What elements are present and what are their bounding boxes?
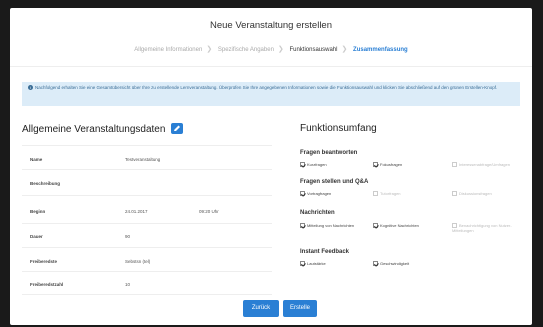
checkbox-interessenabfrage[interactable]: Interessenabfrage/Umfragen <box>452 162 510 167</box>
feature-scope-panel: Funktionsumfang Fragen beantworten Kurzf… <box>300 123 525 266</box>
chevron-right-icon: ❯ <box>341 46 348 53</box>
step-spezifische-angaben[interactable]: Spezifische Angaben <box>218 47 274 53</box>
chevron-right-icon: ❯ <box>277 46 284 53</box>
field-value: Sebstsn (tel) <box>125 259 151 264</box>
field-value: 10 <box>125 282 131 287</box>
row-divider <box>22 145 272 146</box>
checkbox-label: Mitteilung von Nachrichten <box>307 223 355 228</box>
row-divider <box>22 294 272 295</box>
checkbox-lautstaerke[interactable]: Lautstärke <box>300 261 326 266</box>
wizard-steps: Allgemeine Informationen ❯ Spezifische An… <box>10 45 532 55</box>
checkbox-kurzfragen[interactable]: Kurzfragen <box>300 162 327 167</box>
checkbox-label: Kognitive Nachrichten <box>380 223 419 228</box>
event-data-panel: Allgemeine Veranstaltungsdaten Name Test… <box>22 123 272 295</box>
field-value: 90 <box>125 234 131 239</box>
field-label: Freiberedstzahl <box>30 282 64 287</box>
section-title: Fragen beantworten <box>300 150 358 156</box>
dialog-window: Neue Veranstaltung erstellen Allgemeine … <box>10 8 532 325</box>
checkbox-label: Interessenabfrage/Umfragen <box>459 162 510 167</box>
checkbox-tutorfragen[interactable]: Tutorfragen <box>373 191 401 196</box>
field-value-date: 24.01.2017 <box>125 209 148 214</box>
checkbox-geschwindigkeit[interactable]: Geschwindigkeit <box>373 261 409 266</box>
info-icon: i <box>28 85 33 90</box>
dialog-title: Neue Veranstaltung erstellen <box>210 20 332 31</box>
pencil-icon <box>174 125 181 131</box>
checkbox-checked-icon[interactable] <box>373 223 378 228</box>
row-divider <box>22 271 272 272</box>
checkbox-empty-icon[interactable] <box>452 191 457 196</box>
checkbox-empty-icon[interactable] <box>373 191 378 196</box>
section-title: Fragen stellen und Q&A <box>300 179 369 185</box>
checkbox-label: Fokusfragen <box>380 162 403 167</box>
checkbox-checked-icon[interactable] <box>373 261 378 266</box>
field-value-time: 09:20 Uhr <box>199 209 219 214</box>
checkbox-checked-icon[interactable] <box>300 162 305 167</box>
checkbox-label: Geschwindigkeit <box>380 261 410 266</box>
checkbox-vortragfragen[interactable]: Vortragfragen <box>300 191 331 196</box>
checkbox-label: Tutorfragen <box>380 191 401 196</box>
checkbox-checked-icon[interactable] <box>300 223 305 228</box>
feature-scope-heading: Funktionsumfang <box>300 123 377 134</box>
field-label: Beschreibung <box>30 181 61 186</box>
field-label: Freiberedste <box>30 259 58 264</box>
step-allgemeine-informationen[interactable]: Allgemeine Informationen <box>134 47 202 53</box>
row-divider <box>22 247 272 248</box>
step-zusammenfassung[interactable]: Zusammenfassung <box>353 47 408 53</box>
checkbox-label: Lautstärke <box>307 261 326 266</box>
field-label: Dauer <box>30 234 43 239</box>
row-divider <box>22 169 272 170</box>
edit-button[interactable] <box>171 123 184 134</box>
info-alert: i Nachfolgend erhalten Sie eine Gesamtübe… <box>22 82 520 106</box>
field-label: Name <box>30 157 43 162</box>
checkbox-diskussionsfragen[interactable]: Diskussionsfragen <box>452 191 492 196</box>
field-value: Testveranstaltung <box>125 157 161 162</box>
field-label: Beginn <box>30 209 46 214</box>
checkbox-checked-icon[interactable] <box>300 191 305 196</box>
info-text: Nachfolgend erhalten Sie eine Gesamtüber… <box>35 85 498 90</box>
chevron-right-icon: ❯ <box>206 46 213 53</box>
checkbox-checked-icon[interactable] <box>300 261 305 266</box>
row-divider <box>22 195 272 196</box>
checkbox-label: Vortragfragen <box>307 191 332 196</box>
checkbox-label: Kurzfragen <box>307 162 327 167</box>
step-funktionsauswahl[interactable]: Funktionsauswahl <box>289 47 337 53</box>
checkbox-checked-icon[interactable] <box>373 162 378 167</box>
event-data-heading: Allgemeine Veranstaltungsdaten <box>22 123 272 135</box>
row-divider <box>22 223 272 224</box>
back-button[interactable]: Zurück <box>243 300 279 317</box>
section-title: Nachrichten <box>300 210 335 216</box>
checkbox-label: Diskussionsfragen <box>459 191 492 196</box>
checkbox-empty-icon[interactable] <box>452 162 457 167</box>
checkbox-kognitive-nachrichten[interactable]: Kognitive Nachrichten <box>373 223 419 228</box>
checkbox-mitteilung[interactable]: Mitteilung von Nachrichten <box>300 223 368 228</box>
checkbox-empty-icon[interactable] <box>452 223 457 228</box>
create-button[interactable]: Erstelle <box>283 300 317 317</box>
checkbox-fokusfragen[interactable]: Fokusfragen <box>373 162 402 167</box>
checkbox-benachrichtigung[interactable]: Benachrichtigung von Nutzer-Mitteilungen <box>452 223 520 233</box>
section-title: Instant Feedback <box>300 249 350 255</box>
header-divider <box>10 66 532 67</box>
event-data-heading-text: Allgemeine Veranstaltungsdaten <box>22 124 166 135</box>
checkbox-label: Benachrichtigung von Nutzer-Mitteilungen <box>452 223 512 233</box>
